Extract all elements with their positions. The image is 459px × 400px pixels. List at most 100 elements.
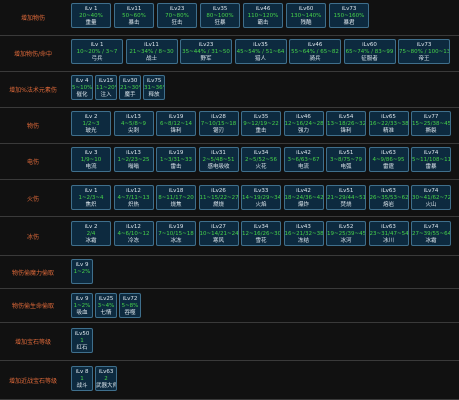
affix-chip[interactable]: iLv77 15~25/38~45 撕裂 — [411, 111, 451, 136]
affix-name: 暴击 — [128, 20, 140, 26]
item-level: iLv 1 — [84, 6, 98, 12]
item-level: iLv23 — [198, 42, 214, 48]
affix-chip[interactable]: iLv19 7~10/15~18 冰冻 — [156, 221, 196, 246]
affix-chip[interactable]: iLv51 21~29/44~51 焚烧 — [326, 185, 366, 210]
affix-range: 55~64% / 65~82 — [291, 49, 339, 55]
affix-chip[interactable]: iLv63 23~31/47~54 冰川 — [368, 221, 409, 246]
affix-chip[interactable]: iLv35 45~54% / 51~64 猎人 — [234, 39, 287, 64]
affix-chip[interactable]: iLv73 150~160% 暴君 — [329, 3, 369, 28]
affix-chip[interactable]: iLv54 13~18/26~32 锋利 — [326, 111, 366, 136]
item-level: iLv63 — [381, 224, 396, 230]
affix-chip[interactable]: iLv34 2~5/52~56 火花 — [241, 147, 281, 172]
affix-range: 10~20% / 3~7 — [76, 49, 118, 55]
affix-chip[interactable]: iLv52 19~25/39~45 冰河 — [326, 221, 366, 246]
affix-name: 冰川 — [382, 238, 394, 244]
affix-range: 15~25/38~45 — [412, 121, 451, 127]
affix-chip[interactable]: iLv65 16~22/33~38 精准 — [368, 111, 409, 136]
affix-chip[interactable]: iLv46 55~64% / 65~82 骑兵 — [289, 39, 341, 64]
affix-chip[interactable]: iLv42 18~24/36~42 爆炸 — [283, 185, 324, 210]
affix-chip[interactable]: iLv 9 1~2% 吸血 — [71, 293, 93, 318]
affix-chip[interactable]: iLv27 10~14/21~24 寒风 — [198, 221, 239, 246]
item-level: iLv15 — [98, 78, 114, 84]
affix-chip[interactable]: iLv18 8~11/17~20 烧焦 — [156, 185, 196, 210]
affix-chip[interactable]: iLv63 2 武器大师 — [95, 366, 117, 391]
affix-range: 1~3/31~33 — [159, 157, 193, 163]
affix-chip[interactable]: iLv23 70~80% 狂击 — [157, 3, 197, 28]
affix-chip[interactable]: iLv42 3~6/63~67 电流 — [283, 147, 324, 172]
affix-chip[interactable]: iLv73 75~80% / 100~135 帝王 — [398, 39, 450, 64]
affix-chip[interactable]: iLv31 2~5/48~51 感电吸收 — [198, 147, 239, 172]
affix-range: 3~6/63~67 — [287, 157, 320, 163]
affix-chip[interactable]: iLv19 6~8/12~14 锋利 — [156, 111, 196, 136]
affix-name: 征服者 — [361, 56, 378, 62]
affix-chip[interactable]: iLv63 26~35/53~62 熔岩 — [368, 185, 409, 210]
affix-range: 5~10% — [72, 85, 93, 91]
affix-chip[interactable]: iLv7531~36%释放 — [143, 75, 165, 100]
affix-chip[interactable]: iLv28 7~10/15~18 锯刃 — [198, 111, 239, 136]
affix-range: 1/9~10 — [80, 157, 102, 163]
affix-chip[interactable]: iLv34 12~16/26~30 雪花 — [241, 221, 281, 246]
affix-range: 26~35/53~62 — [369, 195, 409, 201]
item-level: iLv63 — [381, 150, 396, 156]
affix-chip[interactable]: iLv46 110~120% 霸击 — [243, 3, 283, 28]
affix-chip[interactable]: iLv74 30~41/62~72 火山 — [411, 185, 451, 210]
affix-range: 16~21/32~38 — [284, 231, 324, 237]
affix-chip[interactable]: iLv12 4~7/11~13 炽热 — [113, 185, 154, 210]
affix-range: 1/2~3 — [82, 121, 100, 127]
affix-range: 4~7/11~13 — [117, 195, 150, 201]
affix-chip[interactable]: iLv35 9~12/19~22 重击 — [241, 111, 281, 136]
affix-range: 1~2/23~25 — [117, 157, 150, 163]
affix-chip[interactable]: iLv 2 2/4 冰霜 — [71, 221, 111, 246]
affix-range: 16~22/33~38 — [369, 121, 409, 127]
affix-chip[interactable]: iLv72 5~8% 吞噬 — [119, 293, 141, 318]
affix-chip[interactable]: iLv35 80~100% 狂暴 — [200, 3, 240, 28]
affix-chip[interactable]: iLv 8 1 战斗 — [71, 366, 93, 391]
affix-chip[interactable]: iLv12 4~6/10~12 冷冻 — [113, 221, 154, 246]
affix-chip[interactable]: iLv74 5~11/108~115 雷暴 — [411, 147, 451, 172]
affix-chip[interactable]: iLv26 11~15/22~27 燃烧 — [198, 185, 239, 210]
affix-chip[interactable]: iLv33 14~19/29~34 火焰 — [241, 185, 281, 210]
affix-chip[interactable]: iLv60 65~74% / 83~99 征服者 — [343, 39, 396, 64]
affix-chip[interactable]: iLv11 21~34% / 8~30 战士 — [125, 39, 178, 64]
affix-chip[interactable]: iLv43 16~21/32~38 冻结 — [283, 221, 324, 246]
item-level: iLv60 — [362, 42, 377, 48]
item-level: iLv 8 — [75, 369, 89, 375]
affix-chip[interactable]: iLv 2 1/2~3 玻光 — [71, 111, 111, 136]
affix-chip[interactable]: iLv13 4~5/8~9 尖刺 — [113, 111, 154, 136]
item-level: iLv46 — [307, 42, 323, 48]
affix-chip[interactable]: iLv 3 1/9~10 电流 — [71, 147, 111, 172]
affix-chip[interactable]: iLv 1 10~20% / 3~7 弓兵 — [71, 39, 123, 64]
item-level: iLv63 — [98, 369, 114, 375]
affix-chip[interactable]: iLv51 3~8/75~79 电弧 — [326, 147, 366, 172]
affix-chip[interactable]: iLv 1 1~2/3~4 焦炽 — [71, 185, 111, 210]
affix-name: 锋利 — [340, 128, 352, 134]
affix-chip[interactable]: iLv23 35~44% / 31~50 野军 — [180, 39, 232, 64]
affix-range: 7~10/15~18 — [200, 121, 237, 127]
affix-chip[interactable]: iLv19 1~3/31~33 雷击 — [156, 147, 196, 172]
affix-chip[interactable]: iLv46 12~16/24~28 强力 — [283, 111, 324, 136]
affix-name: 战斗 — [76, 383, 88, 389]
affix-chip[interactable]: iLv74 27~39/55~64 冰霜 — [411, 221, 451, 246]
affix-name: 冰冻 — [170, 238, 182, 244]
affix-chip[interactable]: iLv13 1~2/23~25 嗡嗡 — [113, 147, 154, 172]
affix-chip[interactable]: iLv50 1 红石 — [71, 328, 93, 353]
affix-chip[interactable]: iLv63 4~9/86~95 雷霆 — [368, 147, 409, 172]
affix-range: 75~80% / 100~135 — [399, 49, 450, 55]
affix-name: 玻光 — [85, 128, 97, 134]
affix-chip[interactable]: iLv60 130~140% 残酷 — [286, 3, 326, 28]
affix-chip[interactable]: iLv3021~30%魔手 — [119, 75, 141, 100]
item-level: iLv43 — [296, 224, 311, 230]
item-level: iLv42 — [296, 150, 311, 156]
affix-name: 火山 — [425, 202, 437, 208]
affix-table: 增加物伤 iLv 1 20~40% 重量 iLv11 50~60% 暴击 iLv23 70~80… — [0, 0, 459, 400]
affix-chip[interactable]: iLv25 3~4% 七情 — [95, 293, 117, 318]
item-level: iLv 1 — [90, 42, 104, 48]
item-level: iLv35 — [253, 114, 269, 120]
affix-chip[interactable]: iLv 9 1~2% — [71, 259, 93, 284]
item-level: iLv73 — [416, 42, 432, 48]
item-level: iLv42 — [296, 188, 311, 194]
affix-chip[interactable]: iLv 4 5~10% 催化 — [71, 75, 93, 100]
affix-chip[interactable]: iLv11 50~60% 暴击 — [114, 3, 154, 28]
affix-chip[interactable]: iLv1511~20%注入 — [95, 75, 117, 100]
affix-chip[interactable]: iLv 1 20~40% 重量 — [71, 3, 111, 28]
